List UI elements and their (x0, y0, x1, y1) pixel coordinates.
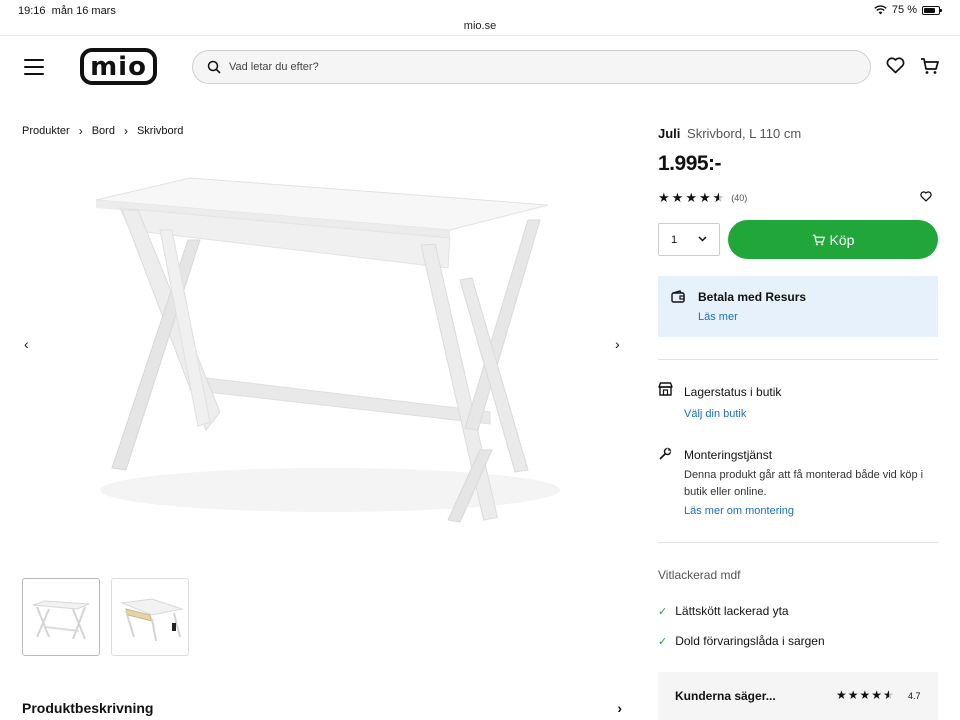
payment-read-more-link[interactable]: Läs mer (698, 311, 738, 323)
star-icon: ★ (871, 688, 883, 702)
thumbnail-desk-front[interactable] (22, 578, 100, 656)
assembly-title: Monteringstjänst (684, 448, 773, 462)
stock-status-title: Lagerstatus i butik (684, 385, 782, 399)
buy-button[interactable]: Köp (728, 220, 938, 259)
product-rating[interactable]: ★ ★ ★ ★ ★ ★ (40) (658, 190, 747, 206)
desk-drawer-thumbnail-image (120, 598, 184, 642)
choose-store-link[interactable]: Välj din butik (684, 408, 746, 420)
payment-title: Betala med Resurs (698, 290, 807, 304)
product-price: 1.995:- (658, 152, 722, 175)
breadcrumb: Produkter › Bord › Skrivbord (22, 124, 183, 138)
star-icon: ★ (671, 190, 684, 205)
thumbnail-desk-drawer[interactable] (111, 578, 189, 656)
heart-icon[interactable] (886, 57, 905, 74)
breadcrumb-bord[interactable]: Bord (92, 125, 115, 137)
divider (658, 359, 938, 360)
quantity-value: 1 (671, 233, 678, 246)
product-description-label: Produktbeskrivning (22, 700, 154, 716)
chevron-right-icon: › (617, 700, 622, 716)
address-bar-url[interactable]: mio.se (0, 20, 960, 32)
chevron-right-icon: › (78, 124, 83, 138)
reviews-score: 4.7 (908, 691, 921, 701)
quantity-select[interactable]: 1 (658, 223, 720, 256)
half-star-icon: ★ ★ (712, 190, 725, 205)
feature-label: Dold förvaringslåda i sargen (675, 634, 825, 648)
payment-resurs-box: Betala med Resurs Läs mer (658, 276, 938, 337)
assembly-read-more-link[interactable]: Läs mer om montering (684, 505, 794, 517)
menu-icon[interactable] (24, 59, 44, 75)
search-icon (207, 60, 221, 74)
star-icon: ★ (685, 190, 697, 205)
battery-icon (922, 5, 942, 15)
chevron-down-icon (698, 236, 707, 242)
search-input[interactable] (229, 51, 849, 83)
status-indicators: 75 % (874, 4, 942, 16)
star-icon: ★ (859, 688, 871, 702)
chevron-right-icon: › (123, 124, 128, 138)
reviews-label: Kunderna säger... (675, 689, 776, 703)
breadcrumb-skrivbord[interactable]: Skrivbord (137, 125, 183, 137)
feature-item: ✓ Dold förvaringslåda i sargen (658, 634, 825, 648)
product-name: Skrivbord, L 110 cm (687, 126, 802, 141)
wallet-icon (671, 290, 685, 303)
cart-icon (812, 234, 825, 245)
search-bar[interactable] (192, 50, 871, 84)
check-icon: ✓ (658, 635, 668, 648)
gallery-next-button[interactable]: › (615, 336, 620, 352)
gallery-prev-button[interactable]: ‹ (24, 336, 29, 352)
star-icon: ★ (658, 190, 670, 205)
assembly-text: Denna produkt går att få monterad både v… (684, 469, 924, 498)
divider (658, 542, 938, 543)
feature-item: ✓ Lättskött lackerad yta (658, 604, 789, 618)
star-icon: ★ (698, 190, 711, 205)
status-time: 19:16 mån 16 mars (18, 5, 116, 17)
product-title: Juli Skrivbord, L 110 cm (658, 126, 801, 141)
battery-percent: 75 % (891, 4, 917, 16)
buy-button-label: Köp (829, 231, 855, 248)
wrench-icon (659, 447, 672, 460)
check-icon: ✓ (658, 605, 668, 618)
cart-icon[interactable] (920, 57, 939, 75)
site-header: mio (0, 37, 960, 97)
material-text: Vitlackerad mdf (658, 568, 741, 582)
customer-reviews-box[interactable]: Kunderna säger... ★ ★ ★ ★ ★ ★ 4.7 (658, 672, 938, 720)
reviews-stars: ★ ★ ★ ★ ★ ★ (836, 688, 894, 702)
feature-label: Lättskött lackerad yta (675, 604, 789, 618)
product-brand: Juli (658, 126, 681, 141)
status-bar: 19:16 mån 16 mars mio.se 75 % (0, 0, 960, 36)
half-star-icon: ★ ★ (883, 688, 894, 702)
wifi-icon (874, 5, 887, 15)
star-icon: ★ (847, 688, 859, 702)
breadcrumb-produkter[interactable]: Produkter (22, 125, 70, 137)
desk-thumbnail-image (32, 600, 90, 640)
review-count: (40) (731, 193, 748, 203)
product-description-toggle[interactable]: Produktbeskrivning › (22, 700, 622, 720)
site-logo[interactable]: mio (80, 48, 157, 85)
store-icon (658, 382, 673, 396)
star-icon: ★ (836, 688, 847, 702)
product-image (95, 177, 560, 523)
favorite-heart-icon[interactable] (920, 191, 932, 202)
